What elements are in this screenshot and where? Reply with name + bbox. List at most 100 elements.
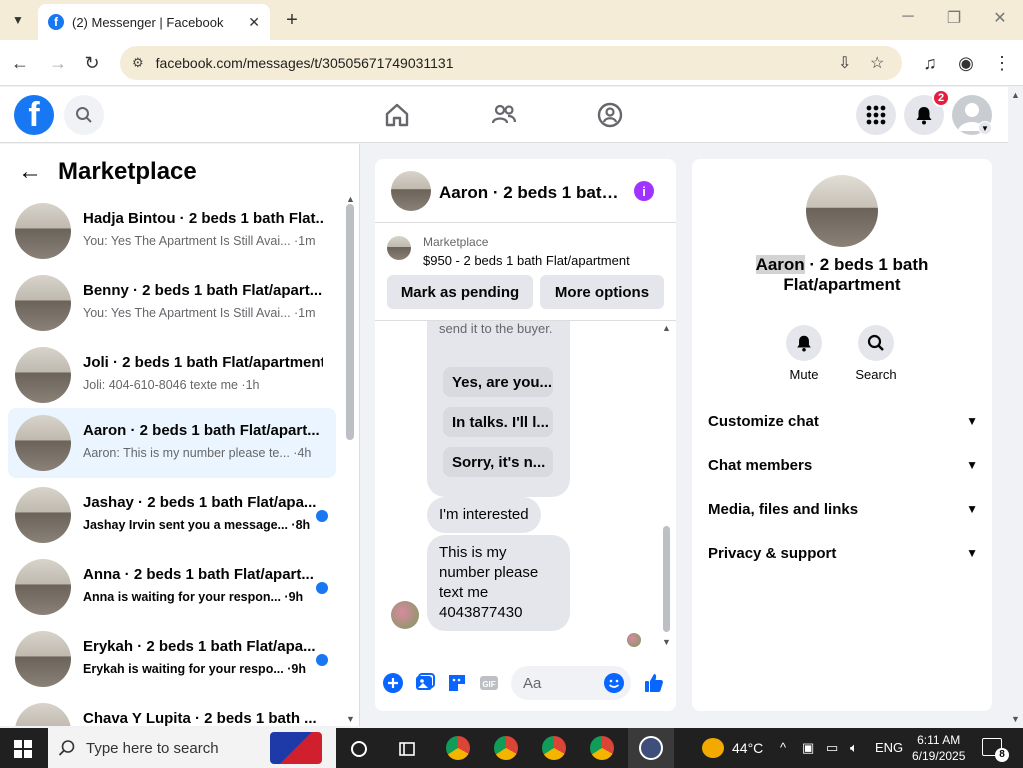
bell-icon xyxy=(786,325,822,361)
profile-icon[interactable]: ◉ xyxy=(954,51,978,75)
emoji-icon[interactable] xyxy=(603,672,625,694)
groups-icon[interactable] xyxy=(596,101,624,129)
search-icon[interactable] xyxy=(64,95,104,135)
gif-icon[interactable]: GIF xyxy=(478,672,500,694)
media-files-links-section[interactable]: Media, files and links ▼ xyxy=(708,497,978,521)
restore-icon[interactable]: ❐ xyxy=(942,8,966,28)
taskbar-search-box[interactable]: Type here to search xyxy=(48,728,336,768)
seen-indicator-avatar xyxy=(627,633,641,647)
chrome-app-icon[interactable] xyxy=(494,736,518,760)
task-view-icon[interactable] xyxy=(398,740,416,758)
conversation-name: Joli · 2 beds 1 bath Flat/apartment xyxy=(83,354,323,371)
install-app-icon[interactable]: ⇩ xyxy=(838,53,851,73)
chrome-app-icon[interactable] xyxy=(542,736,566,760)
back-arrow-icon[interactable]: ← xyxy=(18,158,42,186)
conversation-name: Anna · 2 beds 1 bath Flat/apart... xyxy=(83,566,314,583)
listing-thumbnail xyxy=(15,703,71,726)
cortana-circle-icon[interactable] xyxy=(350,740,368,758)
chat-avatar[interactable] xyxy=(391,171,431,211)
meet-now-icon[interactable]: ▣ xyxy=(802,740,814,756)
mute-button[interactable]: Mute xyxy=(769,325,839,382)
tab-search-chevron-icon[interactable]: ▼ xyxy=(6,8,30,32)
plus-circle-icon[interactable] xyxy=(382,672,404,694)
conversation-preview: You: Yes The Apartment Is Still Avai... … xyxy=(83,234,316,248)
window-close-icon[interactable]: ✕ xyxy=(988,8,1012,28)
chrome-app-icon[interactable] xyxy=(590,736,614,760)
chevron-down-icon: ▼ xyxy=(966,502,978,516)
chevron-down-icon: ▼ xyxy=(966,546,978,560)
search-in-conversation-button[interactable]: Search xyxy=(841,325,911,382)
listing-price[interactable]: $950 - 2 beds 1 bath Flat/apartment xyxy=(423,253,630,268)
sender-avatar[interactable] xyxy=(391,601,419,629)
notifications-bell-icon[interactable]: 2 xyxy=(904,89,950,135)
privacy-support-section[interactable]: Privacy & support ▼ xyxy=(708,541,978,565)
listing-photo[interactable] xyxy=(806,175,878,247)
page-scroll-down-icon[interactable]: ▼ xyxy=(1011,714,1020,724)
thumbs-up-icon[interactable] xyxy=(643,672,665,694)
listing-thumbnail xyxy=(15,275,71,331)
browser-menu-icon[interactable]: ⋮ xyxy=(990,51,1014,75)
input-language[interactable]: ENG xyxy=(875,740,903,755)
system-clock[interactable]: 6:11 AM 6/19/2025 xyxy=(912,732,965,764)
quick-reply-button[interactable]: Yes, are you... xyxy=(443,367,553,397)
site-info-icon[interactable]: ⚙ xyxy=(132,55,144,71)
scroll-up-arrow-icon[interactable]: ▲ xyxy=(662,323,671,333)
marketplace-label: Marketplace xyxy=(423,235,489,249)
marketplace-listing-bar: Marketplace $950 - 2 beds 1 bath Flat/ap… xyxy=(375,223,676,321)
mark-as-pending-button[interactable]: Mark as pending xyxy=(387,275,533,309)
scroll-down-arrow-icon[interactable]: ▼ xyxy=(662,637,671,647)
conversation-item-benny[interactable]: Benny · 2 beds 1 bath Flat/apart... You:… xyxy=(8,268,336,338)
bookmark-star-icon[interactable]: ☆ xyxy=(870,53,884,73)
volume-icon[interactable]: 🔈︎ xyxy=(850,740,858,756)
forward-icon[interactable]: → xyxy=(46,51,70,75)
chat-panel: Aaron · 2 beds 1 bath Flat/apartment i M… xyxy=(375,159,676,711)
chat-scrollbar[interactable] xyxy=(663,526,670,632)
minimize-icon[interactable]: ─ xyxy=(896,8,920,26)
facebook-logo-icon[interactable]: f xyxy=(14,95,54,135)
page-scroll-up-icon[interactable]: ▲ xyxy=(1011,90,1020,100)
address-bar[interactable]: ⚙ facebook.com/messages/t/30505671749031… xyxy=(120,46,902,80)
tab-close-icon[interactable]: ✕ xyxy=(248,14,260,31)
browser-tab[interactable]: f (2) Messenger | Facebook ✕ xyxy=(38,4,270,40)
sticker-icon[interactable] xyxy=(446,672,468,694)
facebook-favicon-icon: f xyxy=(48,14,64,30)
back-icon[interactable]: ← xyxy=(8,51,32,75)
conversation-item-aaron[interactable]: Aaron · 2 beds 1 bath Flat/apart... Aaro… xyxy=(8,408,336,478)
account-chevron-down-icon[interactable]: ▼ xyxy=(978,121,992,135)
unread-dot-icon xyxy=(316,582,328,594)
media-control-icon[interactable]: ♫ xyxy=(918,51,942,75)
windows-start-icon[interactable] xyxy=(14,740,32,758)
conversation-item-jashay[interactable]: Jashay · 2 beds 1 bath Flat/apa... Jasha… xyxy=(8,480,336,550)
info-icon[interactable]: i xyxy=(634,181,654,201)
conversation-item-joli[interactable]: Joli · 2 beds 1 bath Flat/apartment Joli… xyxy=(8,340,336,410)
weather-sun-icon[interactable] xyxy=(702,738,724,758)
show-hidden-icons-chevron-icon[interactable]: ^ xyxy=(780,740,786,755)
home-icon[interactable] xyxy=(383,101,411,129)
weather-temperature[interactable]: 44°C xyxy=(732,740,763,756)
photo-icon[interactable] xyxy=(414,672,436,694)
reload-icon[interactable]: ↻ xyxy=(80,51,104,75)
scroll-down-arrow-icon[interactable]: ▼ xyxy=(346,714,355,724)
left-panel-scrollbar[interactable] xyxy=(346,204,354,440)
quick-reply-button[interactable]: Sorry, it's n... xyxy=(443,447,553,477)
new-tab-button[interactable]: + xyxy=(280,8,304,32)
conversation-item-chava-y-lupita[interactable]: Chava Y Lupita · 2 beds 1 bath ... xyxy=(8,696,336,726)
conversation-item-hadja-bintou[interactable]: Hadja Bintou · 2 beds 1 bath Flat... You… xyxy=(8,196,336,266)
conversation-name: Erykah · 2 beds 1 bath Flat/apa... xyxy=(83,638,316,655)
section-label: Media, files and links xyxy=(708,500,859,518)
conversation-item-erykah[interactable]: Erykah · 2 beds 1 bath Flat/apa... Eryka… xyxy=(8,624,336,694)
section-label: Customize chat xyxy=(708,412,819,430)
menu-grid-icon[interactable] xyxy=(856,95,896,135)
quick-reply-button[interactable]: In talks. I'll l... xyxy=(443,407,553,437)
chat-title[interactable]: Aaron · 2 beds 1 bath Flat/apartment xyxy=(439,183,619,203)
scroll-up-arrow-icon[interactable]: ▲ xyxy=(346,194,355,204)
network-icon[interactable]: ▭ xyxy=(826,740,838,756)
more-options-button[interactable]: More options xyxy=(540,275,664,309)
title-rest: · 2 beds 1 bath Flat/apartment xyxy=(783,255,929,294)
customize-chat-section[interactable]: Customize chat ▼ xyxy=(708,409,978,433)
chat-members-section[interactable]: Chat members ▼ xyxy=(708,453,978,477)
conversation-item-anna[interactable]: Anna · 2 beds 1 bath Flat/apart... Anna … xyxy=(8,552,336,622)
chrome-app-icon[interactable] xyxy=(446,736,470,760)
active-app-icon[interactable] xyxy=(639,736,663,760)
friends-icon[interactable] xyxy=(490,101,518,129)
